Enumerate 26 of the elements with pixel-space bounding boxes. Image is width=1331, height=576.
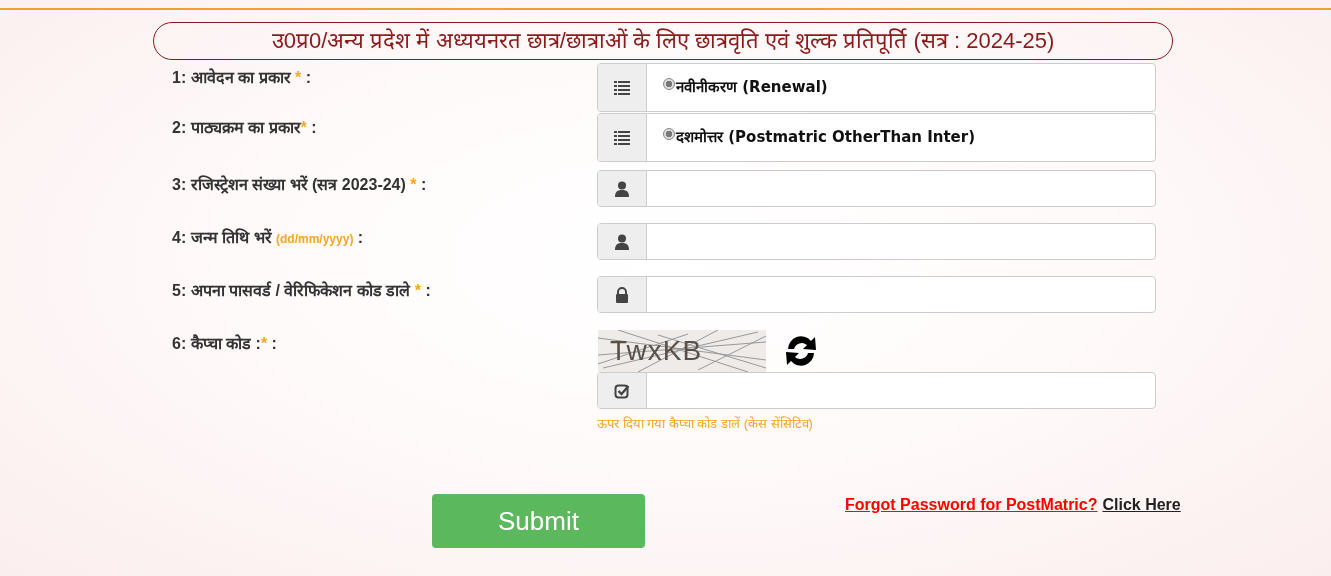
user-icon bbox=[615, 180, 629, 197]
list-icon bbox=[614, 130, 630, 145]
hint-text: ऊपर दिया गया कैप्चा कोड डालें (केस सेंसिटिव) bbox=[597, 415, 814, 432]
forgot-password-link[interactable]: Forgot Password for PostMatric? bbox=[845, 496, 1098, 513]
input-field[interactable] bbox=[597, 223, 1156, 260]
lock-icon bbox=[615, 286, 629, 303]
user-icon bbox=[615, 233, 629, 250]
option-label: नवीनीकरण (Renewal) bbox=[676, 77, 828, 96]
field-label: 3: रजिस्ट्रेशन संख्या भरें (सत्र 2023-24) * : bbox=[172, 174, 428, 196]
radio-button[interactable] bbox=[663, 78, 675, 90]
choice-field[interactable]: नवीनीकरण (Renewal) bbox=[597, 63, 1156, 112]
field-label: 1: आवेदन का प्रकार * : bbox=[172, 67, 313, 88]
input-field[interactable] bbox=[597, 170, 1156, 207]
field-label: 2: पाठ्यक्रम का प्रकार* : bbox=[172, 118, 318, 138]
choice-field[interactable]: दशमोत्तर (Postmatric OtherThan Inter) bbox=[597, 113, 1156, 162]
list-icon bbox=[614, 80, 630, 95]
field-label: 5: अपना पासवर्ड / वेरिफिकेशन कोड डाले * : bbox=[172, 280, 432, 301]
option-label: दशमोत्तर (Postmatric OtherThan Inter) bbox=[676, 127, 975, 146]
field-label: 4: जन्म तिथि भरें (dd/mm/yyyy) : bbox=[172, 227, 365, 248]
checkbox-icon bbox=[614, 382, 630, 399]
click-here-link[interactable]: Click Here bbox=[1102, 496, 1181, 513]
radio-button[interactable] bbox=[663, 128, 675, 140]
field-label: 6: कैप्चा कोड :* : bbox=[172, 333, 278, 354]
input-field[interactable] bbox=[597, 276, 1156, 313]
captcha-image: TwxKB bbox=[598, 329, 766, 372]
input-field[interactable] bbox=[597, 372, 1156, 409]
